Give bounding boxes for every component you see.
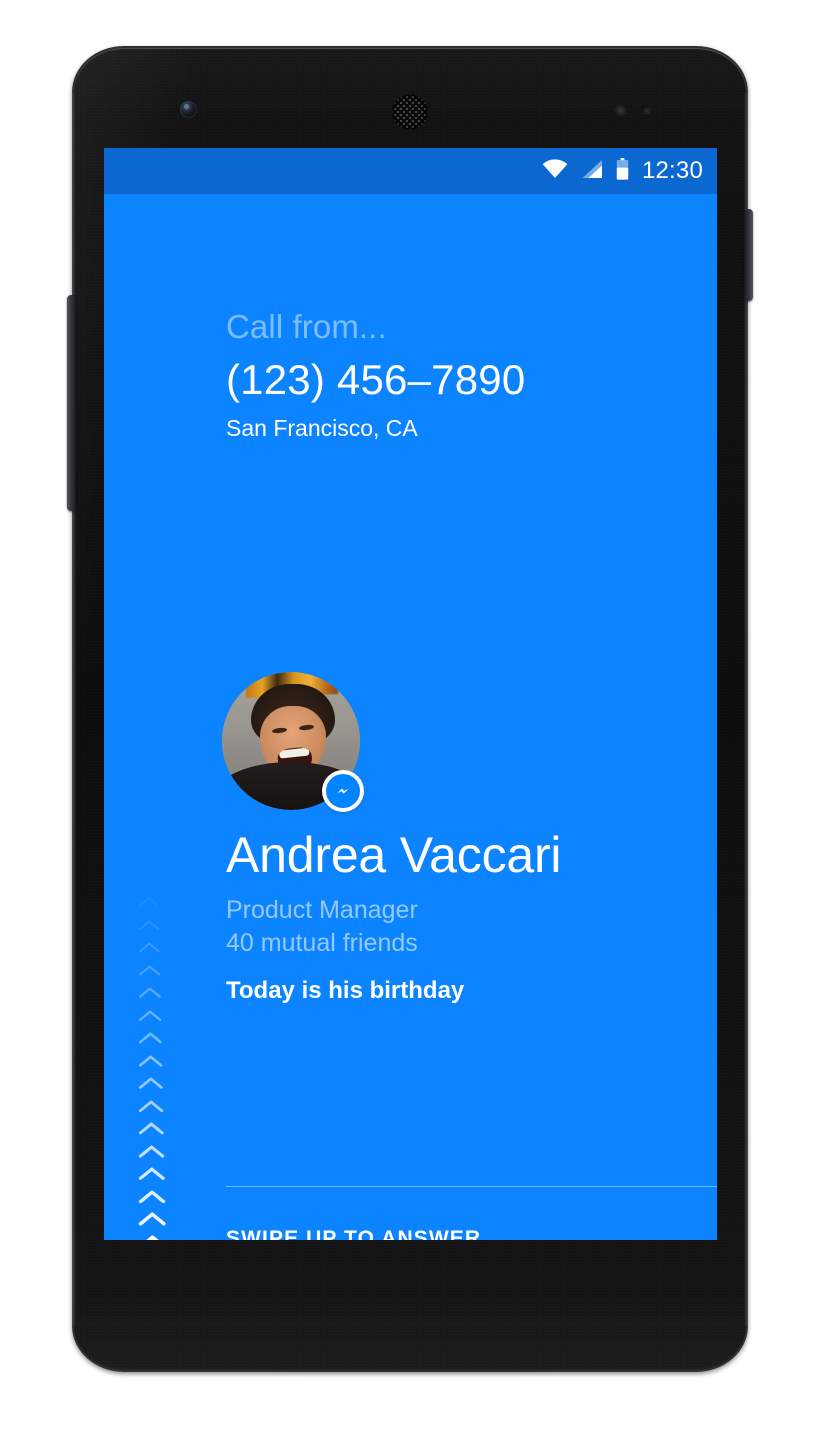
- battery-icon: [616, 157, 629, 185]
- chevron-up-icon: [138, 1031, 163, 1044]
- chevron-up-icon: [138, 964, 161, 977]
- device-rim-left: [72, 92, 76, 1326]
- phone-screen[interactable]: 12:30 Call from... (123) 456–7890 San Fr…: [104, 148, 717, 1240]
- wifi-icon: [542, 158, 568, 184]
- messenger-badge-circle: [326, 774, 360, 808]
- caller-location: San Francisco, CA: [226, 415, 418, 441]
- cell-signal-icon: [581, 159, 603, 184]
- power-button[interactable]: [745, 209, 753, 301]
- light-sensor-icon: [643, 107, 651, 115]
- status-bar: 12:30: [104, 148, 717, 194]
- chevron-up-icon: [138, 941, 161, 954]
- chevron-up-icon: [138, 919, 160, 932]
- chevron-up-icon: [138, 986, 162, 999]
- chevron-up-icon: [138, 1099, 164, 1112]
- contact-job-title: Product Manager: [226, 896, 418, 924]
- chevron-up-icon: [138, 1054, 163, 1067]
- swipe-divider: [226, 1186, 717, 1187]
- contact-name: Andrea Vaccari: [226, 827, 562, 883]
- caller-phone-number: (123) 456–7890: [226, 356, 526, 403]
- status-bar-clock: 12:30: [641, 157, 703, 184]
- swipe-up-chevron-column: [138, 896, 178, 1240]
- chevron-up-icon: [138, 1076, 164, 1089]
- front-camera-icon: [180, 101, 197, 118]
- proximity-sensor-icon: [615, 105, 626, 116]
- chevron-up-icon: [138, 1121, 165, 1135]
- contact-info-block: Andrea Vaccari Product Manager 40 mutual…: [226, 824, 706, 1007]
- call-from-label: Call from...: [226, 308, 387, 345]
- earpiece-speaker-icon: [392, 94, 428, 130]
- avatar-photo-teeth: [278, 747, 310, 759]
- front-camera-glint: [184, 104, 189, 109]
- chevron-up-icon: [138, 1166, 166, 1180]
- chevron-up-icon: [138, 1211, 167, 1226]
- volume-rocker-button[interactable]: [67, 295, 75, 511]
- chevron-up-icon: [138, 1234, 167, 1240]
- chevron-up-icon: [138, 1009, 162, 1022]
- avatar: [222, 672, 364, 812]
- messenger-bolt-glyph: [333, 782, 353, 802]
- chevron-up-icon: [138, 1189, 166, 1203]
- swipe-up-to-answer-label[interactable]: SWIPE UP TO ANSWER: [226, 1226, 481, 1240]
- messenger-badge-icon: [322, 770, 364, 812]
- phone-device: 12:30 Call from... (123) 456–7890 San Fr…: [67, 46, 753, 1374]
- contact-mutual-friends: 40 mutual friends: [226, 929, 418, 957]
- incoming-call-header: Call from... (123) 456–7890 San Francisc…: [226, 306, 696, 443]
- contact-birthday-note: Today is his birthday: [226, 977, 465, 1004]
- chevron-up-icon: [138, 896, 160, 909]
- chevron-up-icon: [138, 1144, 165, 1158]
